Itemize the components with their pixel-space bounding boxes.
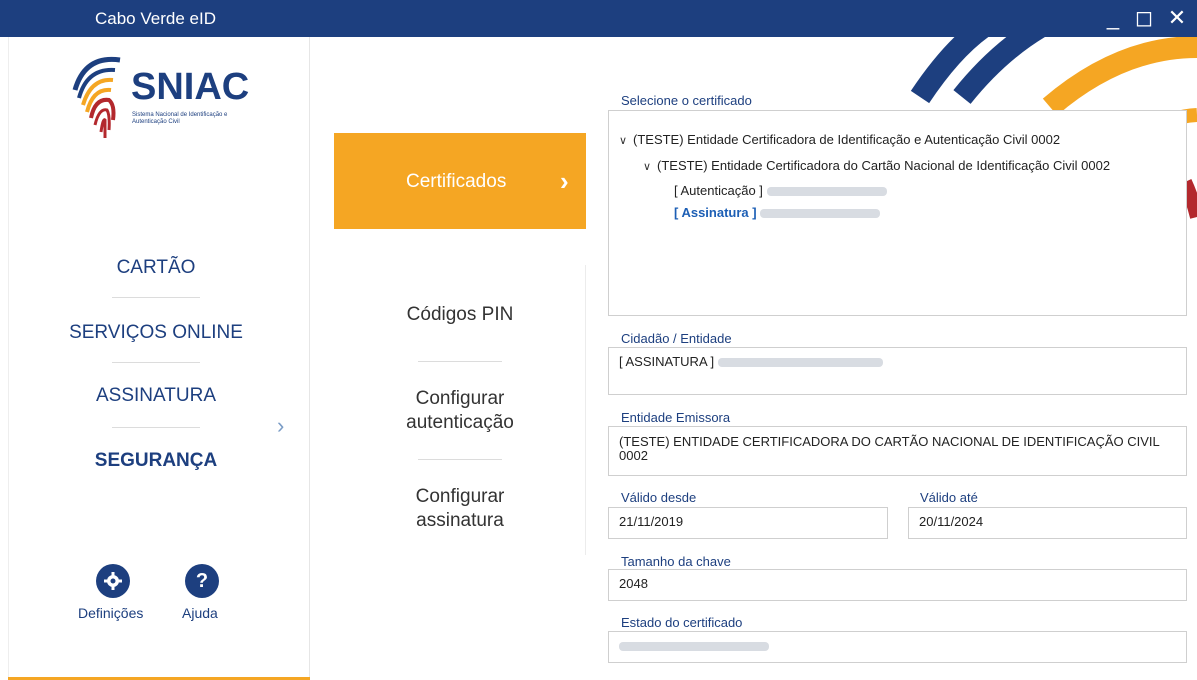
sniac-logo: SNIAC Sistema Nacional de Identificação … bbox=[59, 44, 259, 139]
settings-label[interactable]: Definições bbox=[78, 605, 143, 621]
settings-button[interactable] bbox=[96, 564, 130, 598]
valid-to-field: 20/11/2024 bbox=[908, 507, 1187, 539]
tree-node-label: (TESTE) Entidade Certificadora do Cartão… bbox=[657, 158, 1111, 173]
valid-from-label: Válido desde bbox=[621, 490, 697, 505]
valid-from-value: 21/11/2019 bbox=[619, 514, 684, 529]
chevron-down-icon[interactable]: ∨ bbox=[643, 160, 657, 173]
tree-leaf-label: [ Autenticação ] bbox=[674, 183, 763, 198]
citizen-label: Cidadão / Entidade bbox=[621, 331, 732, 346]
issuer-field: (TESTE) ENTIDADE CERTIFICADORA DO CARTÃO… bbox=[608, 426, 1187, 476]
tree-node-label: (TESTE) Entidade Certificadora de Identi… bbox=[633, 132, 1061, 147]
help-label[interactable]: Ajuda bbox=[182, 605, 218, 621]
redacted-status bbox=[619, 642, 769, 652]
tab-codigos-pin[interactable]: Códigos PIN bbox=[334, 303, 586, 327]
valid-to-label: Válido até bbox=[920, 490, 978, 505]
tree-leaf-assinatura[interactable]: [ Assinatura ] bbox=[674, 205, 881, 220]
key-size-label: Tamanho da chave bbox=[621, 554, 731, 569]
help-button[interactable]: ? bbox=[185, 564, 219, 598]
select-certificate-label: Selecione o certificado bbox=[621, 93, 752, 108]
redacted-name bbox=[717, 358, 883, 368]
tab-certificados[interactable]: Certificados › bbox=[334, 133, 586, 229]
tab-configurar-autenticacao[interactable]: Configurar autenticação bbox=[334, 387, 586, 435]
status-label: Estado do certificado bbox=[621, 615, 743, 630]
redacted-name bbox=[766, 187, 887, 197]
issuer-value: (TESTE) ENTIDADE CERTIFICADORA DO CARTÃO… bbox=[619, 434, 1160, 463]
logo-name: SNIAC bbox=[131, 66, 250, 108]
citizen-field: [ ASSINATURA ] bbox=[608, 347, 1187, 395]
close-button[interactable]: ✕ bbox=[1165, 5, 1189, 31]
tree-leaf-label: [ Assinatura ] bbox=[674, 205, 757, 220]
sidebar-item-cartao[interactable]: CARTÃO bbox=[56, 257, 256, 279]
certificate-tree[interactable]: ∨ (TESTE) Entidade Certificadora de Ident… bbox=[608, 110, 1187, 316]
tree-leaf-autenticacao[interactable]: [ Autenticação ] bbox=[674, 183, 887, 198]
window-title: Cabo Verde eID bbox=[95, 9, 216, 28]
maximize-button[interactable]: ◻ bbox=[1132, 5, 1156, 31]
title-bar: Cabo Verde eID _ ◻ ✕ bbox=[0, 0, 1197, 37]
logo-subtitle: Sistema Nacional de Identificação e Aute… bbox=[132, 112, 228, 125]
minimize-button[interactable]: _ bbox=[1101, 5, 1125, 31]
issuer-label: Entidade Emissora bbox=[621, 410, 731, 425]
submenu-divider bbox=[418, 459, 502, 460]
chevron-down-icon[interactable]: ∨ bbox=[619, 134, 633, 147]
tab-configurar-assinatura[interactable]: Configurar assinatura bbox=[334, 485, 586, 533]
security-submenu: Certificados › Códigos PIN Configurar au… bbox=[334, 133, 586, 553]
status-field bbox=[608, 631, 1187, 663]
key-size-value: 2048 bbox=[619, 576, 648, 591]
nav-divider bbox=[112, 427, 200, 428]
redacted-name bbox=[760, 209, 881, 219]
valid-to-value: 20/11/2024 bbox=[919, 514, 984, 529]
nav-divider bbox=[112, 297, 200, 298]
tree-node-child[interactable]: ∨ (TESTE) Entidade Certificadora do Cartã… bbox=[643, 158, 1110, 173]
submenu-border bbox=[585, 265, 586, 555]
sidebar-item-assinatura[interactable]: ASSINATURA bbox=[56, 385, 256, 407]
citizen-value: [ ASSINATURA ] bbox=[619, 354, 715, 369]
tab-certificados-label: Certificados bbox=[406, 171, 507, 192]
valid-from-field: 21/11/2019 bbox=[608, 507, 888, 539]
nav-divider bbox=[112, 362, 200, 363]
gear-icon bbox=[104, 572, 122, 590]
submenu-divider bbox=[418, 361, 502, 362]
key-size-field: 2048 bbox=[608, 569, 1187, 601]
sidebar-item-servicos-online[interactable]: SERVIÇOS ONLINE bbox=[56, 322, 256, 344]
tree-node-root[interactable]: ∨ (TESTE) Entidade Certificadora de Ident… bbox=[619, 132, 1060, 147]
chevron-right-icon: › bbox=[560, 166, 569, 196]
fingerprint-icon bbox=[72, 56, 121, 138]
question-icon: ? bbox=[195, 570, 209, 592]
chevron-right-icon: › bbox=[277, 413, 285, 438]
sidebar-item-seguranca[interactable]: SEGURANÇA bbox=[56, 450, 256, 472]
